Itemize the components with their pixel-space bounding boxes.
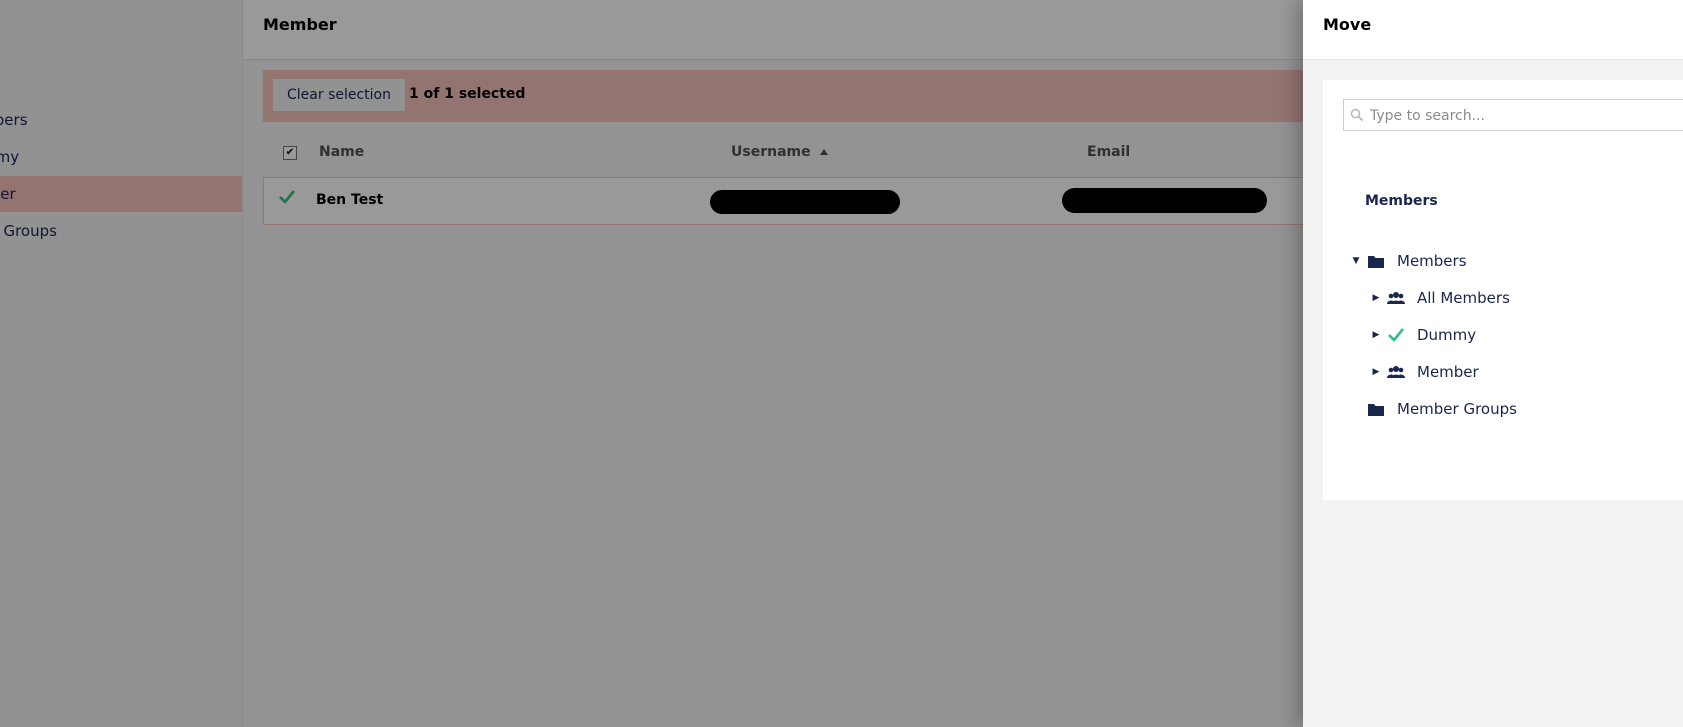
search-icon: [1350, 108, 1364, 122]
tree-item-member-groups[interactable]: Member Groups: [1363, 395, 1517, 423]
folder-icon: [1363, 254, 1389, 269]
tree-item-label: Members: [1397, 252, 1467, 270]
caret-down-icon[interactable]: ▼: [1349, 256, 1363, 266]
tree-card: Members ▼ Members ▶ All Members ▶: [1323, 80, 1683, 500]
tree-item-label: Dummy: [1417, 326, 1477, 344]
modal-backdrop[interactable]: [0, 0, 1303, 727]
search-input[interactable]: [1368, 100, 1682, 132]
users-icon: [1383, 365, 1409, 379]
panel-title: Move: [1323, 15, 1372, 34]
tree-section-title: Members: [1365, 193, 1438, 209]
panel-header: Move: [1303, 0, 1683, 60]
caret-right-icon[interactable]: ▶: [1369, 330, 1383, 340]
folder-icon: [1363, 402, 1389, 417]
users-icon: [1383, 291, 1409, 305]
tree-item-label: Member: [1417, 363, 1479, 381]
tree-item-member[interactable]: ▶ Member: [1369, 358, 1479, 386]
tree-item-label: Member Groups: [1397, 400, 1517, 418]
tree-item-members[interactable]: ▼ Members: [1349, 247, 1467, 275]
check-icon: [1383, 327, 1409, 343]
tree-item-dummy[interactable]: ▶ Dummy: [1369, 321, 1477, 349]
caret-right-icon[interactable]: ▶: [1369, 367, 1383, 377]
caret-right-icon[interactable]: ▶: [1369, 293, 1383, 303]
tree-item-all-members[interactable]: ▶ All Members: [1369, 284, 1510, 312]
tree-item-label: All Members: [1417, 289, 1510, 307]
search-box: [1343, 99, 1683, 132]
move-panel: Move Members ▼ Members ▶: [1303, 0, 1683, 727]
